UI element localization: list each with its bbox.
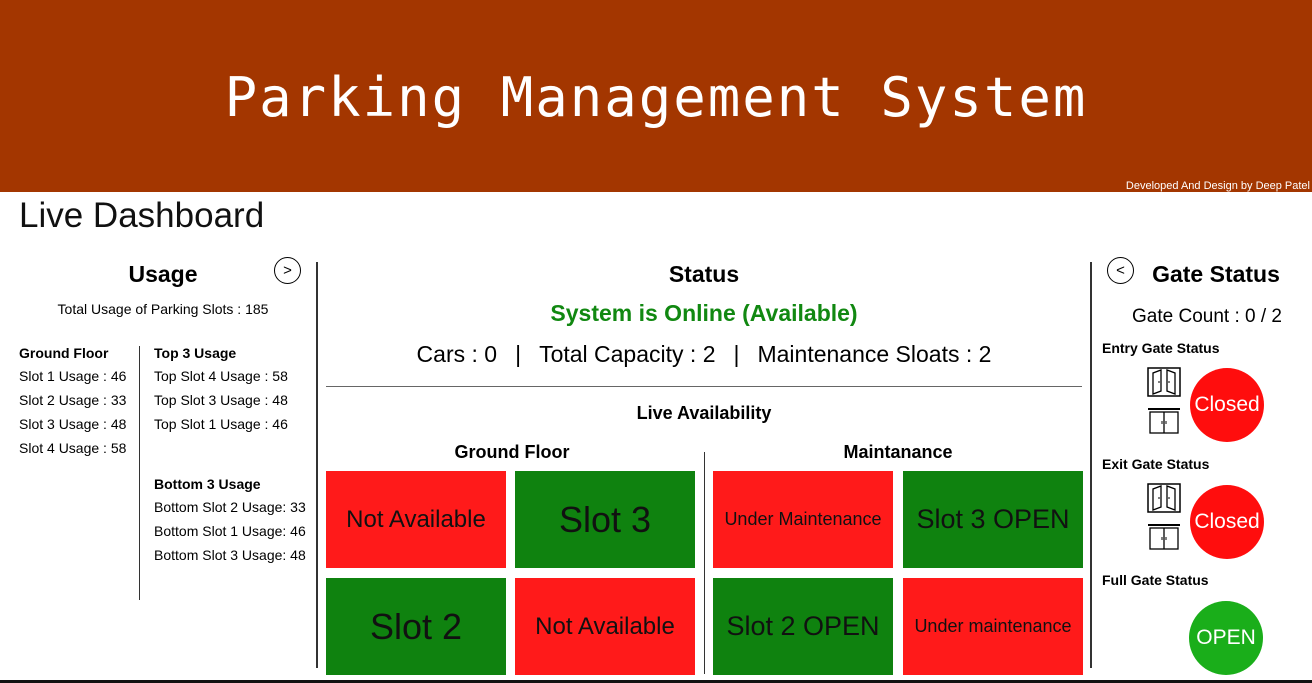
live-availability-title: Live Availability xyxy=(636,403,772,423)
tile-label: Under maintenance xyxy=(914,616,1072,636)
open-gate-icon xyxy=(1147,483,1181,513)
status-section-divider xyxy=(704,452,705,674)
ground-slot-tile-3[interactable]: Slot 2 xyxy=(326,578,506,675)
gate-status-title: Gate Status xyxy=(1152,261,1280,287)
list-item: Top Slot 4 Usage : 58 xyxy=(154,368,288,384)
list-item: Top Slot 1 Usage : 46 xyxy=(154,416,288,432)
full-gate-status-indicator: OPEN xyxy=(1189,601,1263,675)
list-item: Bottom Slot 2 Usage: 33 xyxy=(154,499,306,515)
list-item: Top Slot 3 Usage : 48 xyxy=(154,392,288,408)
usage-title: Usage xyxy=(128,261,198,287)
maintenance-slot-tile-2[interactable]: Slot 3 OPEN xyxy=(903,471,1083,568)
tile-label: Slot 2 OPEN xyxy=(726,611,880,641)
tile-label: Not Available xyxy=(346,505,486,533)
bottom3-usage-title: Bottom 3 Usage xyxy=(154,476,261,492)
gate-back-button[interactable]: < xyxy=(1107,257,1134,284)
usage-next-button[interactable]: > xyxy=(274,257,301,284)
chevron-left-icon: < xyxy=(1116,262,1125,279)
ground-slot-tile-2[interactable]: Slot 3 xyxy=(515,471,695,568)
app-title: Parking Management System xyxy=(224,66,1088,129)
maintenance-slot-tile-3[interactable]: Slot 2 OPEN xyxy=(713,578,893,675)
full-gate-label: Full Gate Status xyxy=(1102,572,1209,588)
chevron-right-icon: > xyxy=(283,262,292,279)
ground-floor-section-title: Ground Floor xyxy=(454,442,570,462)
right-panel-divider xyxy=(1090,262,1092,668)
cars-count: Cars : 0 xyxy=(416,341,498,367)
ground-slot-tile-4[interactable]: Not Available xyxy=(515,578,695,675)
total-capacity: Total Capacity : 2 xyxy=(539,341,716,367)
exit-gate-label: Exit Gate Status xyxy=(1102,456,1210,472)
developer-credit: Developed And Design by Deep Patel xyxy=(1125,180,1310,192)
usage-column-divider xyxy=(139,346,140,600)
maintenance-slots: Maintenance Sloats : 2 xyxy=(757,341,992,367)
maintenance-slot-tile-1[interactable]: Under Maintenance xyxy=(713,471,893,568)
tile-label: Under Maintenance xyxy=(724,509,882,529)
entry-gate-status-indicator: Closed xyxy=(1190,368,1264,442)
list-item: Slot 2 Usage : 33 xyxy=(19,392,127,408)
tile-label: Slot 2 xyxy=(369,605,463,647)
stat-separator: | xyxy=(733,341,740,367)
tile-label: Slot 3 OPEN xyxy=(916,504,1070,534)
header-banner: Parking Management System Developed And … xyxy=(0,0,1312,192)
exit-gate-state: Closed xyxy=(1194,510,1260,533)
top3-usage-title: Top 3 Usage xyxy=(154,345,237,361)
exit-gate-status-indicator: Closed xyxy=(1190,485,1264,559)
entry-gate-state: Closed xyxy=(1194,393,1260,416)
full-gate-state: OPEN xyxy=(1196,626,1256,649)
list-item: Slot 1 Usage : 46 xyxy=(19,368,127,384)
open-gate-icon xyxy=(1147,367,1181,397)
page-title: Live Dashboard xyxy=(19,196,265,235)
system-online-status: System is Online (Available) xyxy=(550,300,858,326)
status-title: Status xyxy=(668,261,740,287)
entry-gate-label: Entry Gate Status xyxy=(1102,340,1220,356)
list-item: Bottom Slot 1 Usage: 46 xyxy=(154,523,306,539)
tile-label: Slot 3 xyxy=(558,498,652,540)
maintenance-slot-tile-4[interactable]: Under maintenance xyxy=(903,578,1083,675)
left-panel-divider xyxy=(316,262,318,668)
maintenance-section-title: Maintanance xyxy=(843,442,953,462)
tile-label: Not Available xyxy=(535,612,675,640)
status-divider xyxy=(326,386,1082,387)
ground-floor-usage-title: Ground Floor xyxy=(19,345,109,361)
list-item: Slot 3 Usage : 48 xyxy=(19,416,127,432)
status-stats: Cars : 0 | Total Capacity : 2 | Maintena… xyxy=(326,341,1082,368)
list-item: Bottom Slot 3 Usage: 48 xyxy=(154,547,306,563)
stat-separator: | xyxy=(515,341,522,367)
ground-slot-tile-1[interactable]: Not Available xyxy=(326,471,506,568)
list-item: Slot 4 Usage : 58 xyxy=(19,440,127,456)
gate-count: Gate Count : 0 / 2 xyxy=(1132,306,1282,327)
closed-gate-icon xyxy=(1148,524,1180,550)
closed-gate-icon xyxy=(1148,408,1180,434)
usage-total: Total Usage of Parking Slots : 185 xyxy=(57,301,269,317)
